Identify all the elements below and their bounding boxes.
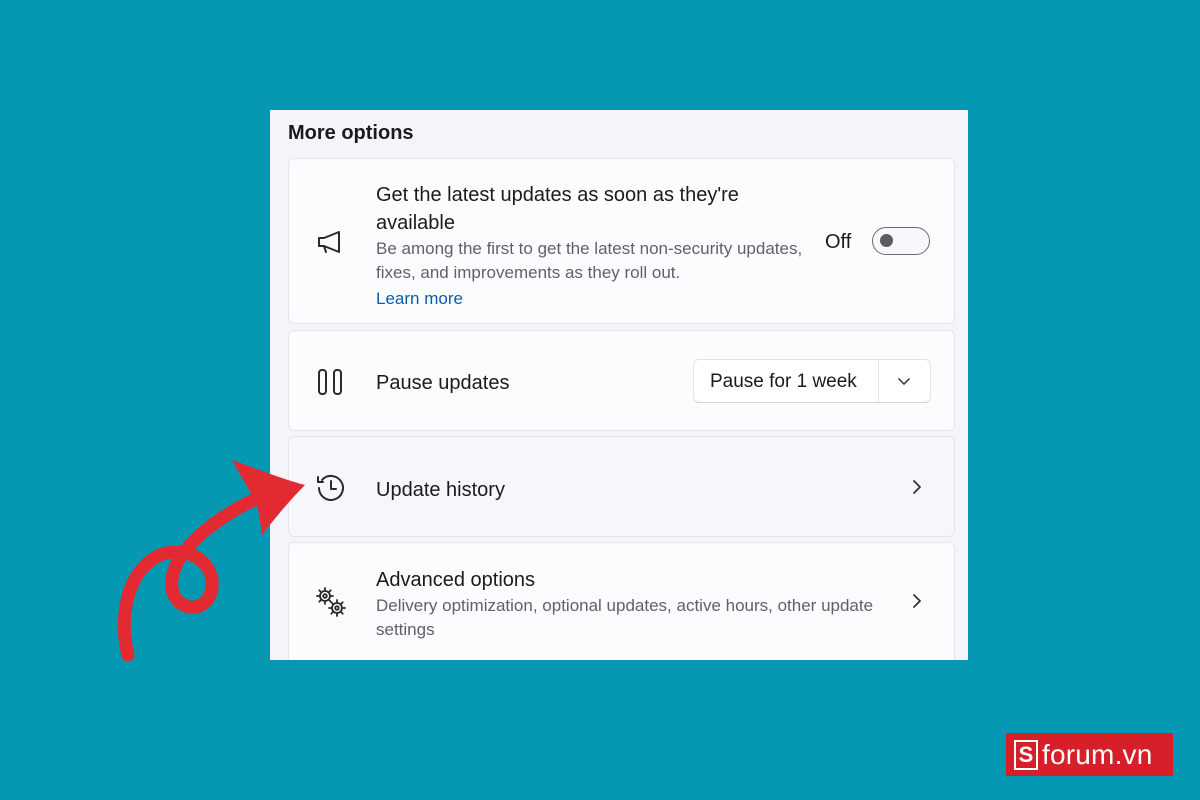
chevron-right-icon[interactable] xyxy=(909,477,925,497)
update-history-title: Update history xyxy=(376,479,505,501)
chevron-right-icon[interactable] xyxy=(909,591,925,611)
pause-duration-value: Pause for 1 week xyxy=(710,371,857,392)
latest-updates-toggle[interactable] xyxy=(872,227,930,255)
advanced-options-card[interactable]: Advanced options Delivery optimization, … xyxy=(288,542,955,660)
brand-mark: S xyxy=(1014,739,1038,770)
settings-panel: More options Get the latest updates as s… xyxy=(270,110,968,660)
annotation-arrow xyxy=(117,460,305,662)
latest-updates-title: Get the latest updates as soon as they'r… xyxy=(376,184,739,234)
pause-updates-card: Pause updates Pause for 1 week xyxy=(288,330,955,431)
toggle-state-label: Off xyxy=(825,231,852,253)
latest-updates-description: Be among the first to get the latest non… xyxy=(376,239,803,282)
megaphone-icon xyxy=(313,224,349,260)
advanced-options-description: Delivery optimization, optional updates,… xyxy=(376,596,874,639)
update-history-card[interactable]: Update history xyxy=(288,436,955,537)
latest-updates-card: Get the latest updates as soon as they'r… xyxy=(288,158,955,324)
toggle-knob xyxy=(880,234,893,247)
advanced-options-title: Advanced options xyxy=(376,569,536,591)
learn-more-link[interactable]: Learn more xyxy=(376,287,463,311)
section-title: More options xyxy=(288,122,414,144)
pause-duration-dropdown[interactable]: Pause for 1 week xyxy=(693,359,931,403)
brand-text: forum.vn xyxy=(1042,738,1153,770)
chevron-down-icon xyxy=(898,378,910,385)
dropdown-divider xyxy=(878,360,879,402)
pause-updates-title: Pause updates xyxy=(376,372,510,394)
sforum-logo: S forum.vn xyxy=(1006,733,1173,776)
pause-icon xyxy=(313,364,349,400)
